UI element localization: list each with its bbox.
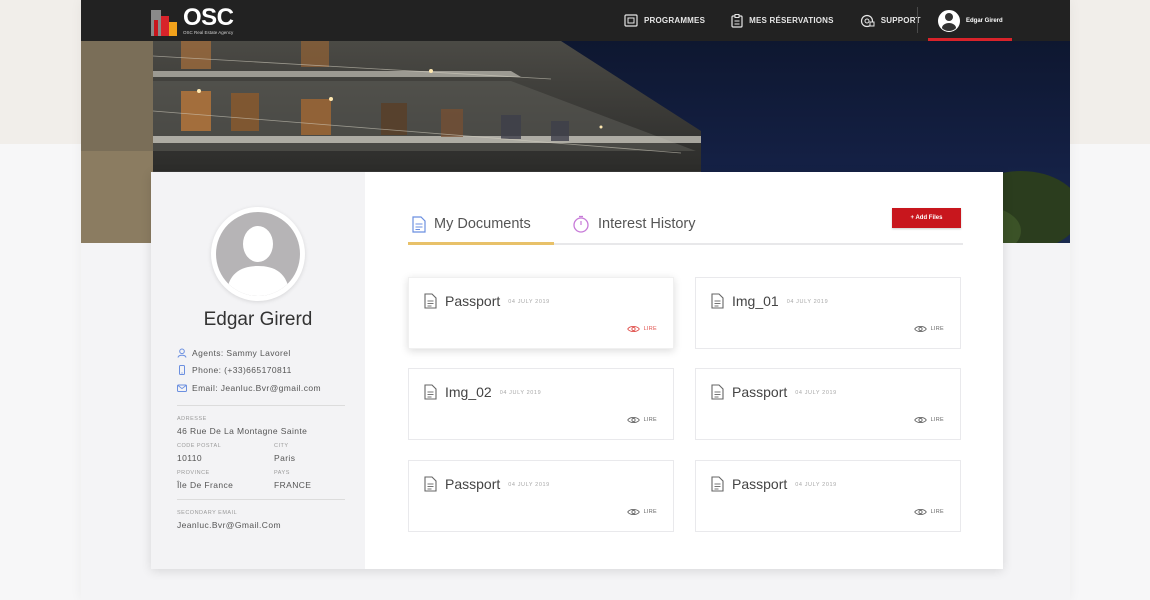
read-link[interactable]: LIRE [626,325,657,333]
email-text: Email: Jeanluc.Bvr@gmail.com [192,383,321,393]
document-card[interactable]: Passport 04 JULY 2019 LIRE [695,368,961,440]
nav-item-reservations[interactable]: MES RÉSERVATIONS [731,13,834,28]
province-value: Île De France [177,480,234,490]
read-link[interactable]: LIRE [913,416,944,424]
document-card[interactable]: Img_02 04 JULY 2019 LIRE [408,368,674,440]
tab-active-indicator [408,242,554,245]
nav-item-programmes[interactable]: PROGRAMMES [624,14,705,27]
user-silhouette-icon [226,226,290,296]
city-value: Paris [274,453,296,463]
postal-label: CODE POSTAL [177,443,222,449]
building-logo-icon [151,6,179,36]
file-icon [424,293,437,309]
stopwatch-icon [573,215,589,233]
clipboard-icon [731,13,743,28]
file-icon [424,476,437,492]
nav-separator [917,7,918,33]
logo-title: OSC [183,4,234,31]
tab-label: My Documents [434,216,531,232]
address-label: ADRESSE [177,416,207,422]
profile-sidebar: Edgar Girerd Agents: Sammy Lavorel Phone… [151,172,365,569]
city-label: CITY [274,443,289,449]
book-icon [624,14,638,27]
document-card[interactable]: Passport 04 JULY 2019 LIRE [695,460,961,532]
document-name: Passport [445,293,501,309]
postal-value: 10110 [177,453,203,463]
document-icon [412,215,426,233]
document-name: Img_01 [732,293,779,309]
eye-icon [913,326,927,332]
read-label: LIRE [643,509,657,515]
read-label: LIRE [930,326,944,332]
document-name: Passport [445,476,501,492]
tab-label: Interest History [598,216,696,232]
file-icon [711,384,724,400]
nav-item-label: PROGRAMMES [644,16,706,25]
file-icon [711,476,724,492]
document-date: 04 JULY 2019 [795,481,837,488]
document-date: 04 JULY 2019 [786,298,829,305]
nav-user-menu[interactable]: Edgar Girerd [928,0,1012,41]
eye-icon [913,509,927,515]
secondary-email-value: Jeanluc.Bvr@Gmail.Com [177,520,281,530]
logo-subtitle: OSC Real Estate Agency [183,30,234,35]
document-card[interactable]: Img_01 04 JULY 2019 LIRE [695,277,961,349]
profile-card: Edgar Girerd Agents: Sammy Lavorel Phone… [151,172,1003,569]
nav-item-support[interactable]: SUPPORT [860,14,921,28]
email-row: Email: Jeanluc.Bvr@gmail.com [177,383,321,393]
eye-icon [626,509,640,515]
support-icon [860,14,875,27]
document-card[interactable]: Passport 04 JULY 2019 LIRE [408,277,674,349]
nav-item-label: SUPPORT [880,16,921,25]
address-value: 46 Rue De La Montagne Sainte [177,426,308,436]
province-label: PROVINCE [177,470,210,476]
user-icon [177,348,187,358]
secondary-email-label: SECONDARY EMAIL [177,510,238,516]
eye-icon [626,326,640,332]
profile-name: Edgar Girerd [203,309,313,330]
read-label: LIRE [643,417,657,423]
read-label: LIRE [930,509,944,515]
document-date: 04 JULY 2019 [508,481,550,488]
document-date: 04 JULY 2019 [508,298,550,305]
nav-links: PROGRAMMES MES RÉSERVATIONS SUPPORT [624,0,947,41]
sidebar-divider [177,405,345,406]
phone-text: Phone: (+33)665170811 [192,365,292,375]
sidebar-divider [177,499,345,500]
nav-user-name: Edgar Girerd [966,17,1003,24]
read-link[interactable]: LIRE [626,508,657,516]
read-label: LIRE [643,326,657,332]
agent-row: Agents: Sammy Lavorel [177,348,291,358]
document-date: 04 JULY 2019 [795,389,837,396]
nav-item-label: MES RÉSERVATIONS [749,16,834,25]
logo[interactable]: OSC OSC Real Estate Agency [151,4,234,38]
agent-text: Agents: Sammy Lavorel [192,348,291,358]
document-name: Img_02 [445,384,492,400]
phone-row: Phone: (+33)665170811 [177,365,292,375]
document-date: 04 JULY 2019 [499,389,542,396]
phone-icon [179,365,185,375]
profile-avatar[interactable] [211,207,305,301]
eye-icon [913,417,927,423]
add-files-button[interactable]: + Add Files [892,208,961,228]
user-avatar-icon [938,9,960,32]
country-label: PAYS [274,470,290,476]
tab-interest-history[interactable]: Interest History [572,204,696,244]
document-name: Passport [732,384,788,400]
country-value: FRANCE [274,480,312,490]
email-icon [177,384,187,392]
file-icon [711,293,724,309]
eye-icon [626,417,640,423]
tab-my-documents[interactable]: My Documents [412,204,531,244]
read-link[interactable]: LIRE [913,508,944,516]
read-link[interactable]: LIRE [626,416,657,424]
read-link[interactable]: LIRE [913,325,944,333]
read-label: LIRE [930,417,944,423]
document-card[interactable]: Passport 04 JULY 2019 LIRE [408,460,674,532]
file-icon [424,384,437,400]
top-navbar: OSC OSC Real Estate Agency PROGRAMMES ME… [81,0,1070,41]
document-name: Passport [732,476,788,492]
